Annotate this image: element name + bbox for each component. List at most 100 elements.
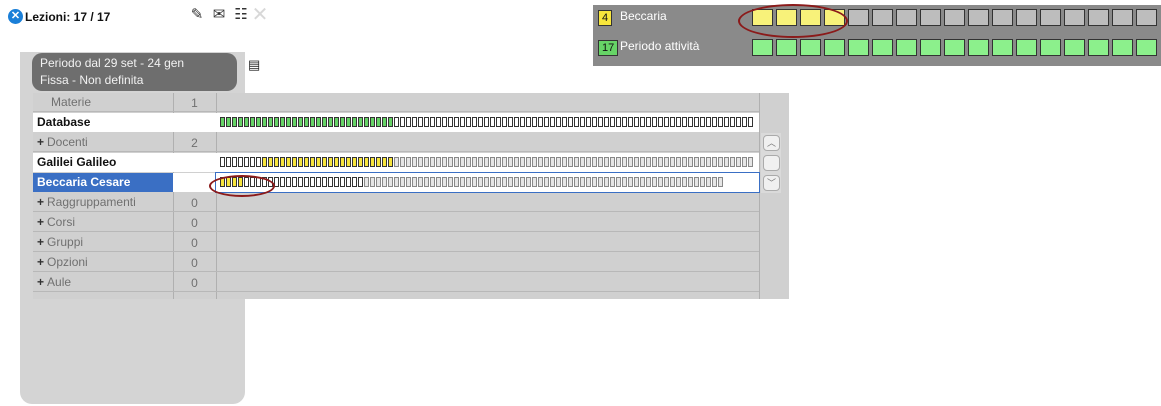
lesson-slot (406, 177, 411, 187)
lesson-slot (220, 157, 225, 167)
lesson-slot (400, 157, 405, 167)
grid-row[interactable]: + Docenti 2 (33, 133, 789, 152)
lesson-slot (574, 177, 579, 187)
close-circle-icon[interactable]: ✕ (8, 9, 23, 24)
expand-plus-icon[interactable]: + (37, 195, 44, 209)
lesson-slot (538, 117, 543, 127)
lesson-slot (682, 157, 687, 167)
grid-row[interactable]: Galilei Galileo (33, 153, 789, 172)
lesson-slot (346, 177, 351, 187)
legend-cell (1088, 9, 1109, 26)
grid-row[interactable]: + Aule 0 (33, 273, 789, 292)
lesson-slot (376, 117, 381, 127)
scroll-thumb[interactable] (763, 155, 780, 171)
lesson-slot (304, 117, 309, 127)
grid-row[interactable]: + Gruppi 0 (33, 233, 789, 252)
legend-cell (1136, 39, 1157, 56)
lesson-slot (652, 177, 657, 187)
lesson-slot (586, 177, 591, 187)
row-label-text: Galilei Galileo (37, 155, 117, 169)
lesson-slot (268, 157, 273, 167)
lesson-slot (736, 157, 741, 167)
grid-row[interactable]: + Opzioni 0 (33, 253, 789, 272)
lesson-slot (274, 117, 279, 127)
row-label-text: Database (37, 115, 91, 129)
grid-row[interactable]: Database (33, 113, 789, 132)
lesson-slot (580, 157, 585, 167)
lesson-slot (376, 177, 381, 187)
expand-plus-icon[interactable]: + (37, 235, 44, 249)
lesson-slot (496, 157, 501, 167)
row-count: 0 (173, 253, 216, 272)
vertical-scrollbar[interactable]: ︿ ﹀ (761, 133, 781, 193)
lesson-slot (532, 157, 537, 167)
row-label[interactable]: Database (33, 113, 173, 132)
edit-book-icon[interactable]: ✎ (188, 6, 206, 24)
lesson-slot (394, 157, 399, 167)
expand-plus-icon[interactable]: + (37, 275, 44, 289)
row-label-text: Docenti (47, 135, 88, 149)
lesson-slot (634, 117, 639, 127)
row-label[interactable]: + Aule (33, 273, 173, 292)
expand-plus-icon[interactable]: + (37, 135, 44, 149)
lesson-slot (616, 177, 621, 187)
grid-row[interactable]: Beccaria Cesare (33, 172, 789, 193)
calendar-t-icon[interactable]: ☷ (232, 6, 250, 24)
lesson-slot (628, 157, 633, 167)
row-label[interactable]: + Raggruppamenti (33, 193, 173, 212)
row-timeline (216, 133, 759, 152)
legend-name: Periodo attività (620, 39, 700, 53)
lesson-slot (604, 117, 609, 127)
lesson-slot (610, 177, 615, 187)
scroll-up-icon[interactable]: ︿ (763, 135, 780, 151)
legend-cell (896, 39, 917, 56)
highlight-ellipse (738, 4, 848, 38)
lesson-slot (466, 177, 471, 187)
calendar-icon[interactable]: ▤ (248, 57, 266, 73)
legend-row-periodo: 17 Periodo attività (593, 35, 1161, 61)
lesson-slot (238, 157, 243, 167)
lesson-slot (652, 157, 657, 167)
grid-row[interactable]: + Corsi 0 (33, 213, 789, 232)
lesson-slot (748, 117, 753, 127)
lesson-slot (598, 157, 603, 167)
lesson-slot (556, 177, 561, 187)
lesson-slot (322, 177, 327, 187)
legend-cell (848, 39, 869, 56)
lesson-slot (640, 117, 645, 127)
legend-cell (1016, 9, 1037, 26)
lesson-slot (694, 117, 699, 127)
row-label[interactable]: + Corsi (33, 213, 173, 232)
grid-row[interactable]: Materie 1 (33, 93, 789, 112)
lesson-slot (700, 177, 705, 187)
lesson-slot (730, 157, 735, 167)
legend-cell (1064, 9, 1085, 26)
lesson-slot (376, 157, 381, 167)
close-x-icon[interactable]: ✕ (251, 5, 269, 25)
lesson-slot (388, 117, 393, 127)
envelope-icon[interactable]: ✉ (210, 6, 228, 24)
lesson-slot (430, 117, 435, 127)
expand-plus-icon[interactable]: + (37, 215, 44, 229)
scroll-down-icon[interactable]: ﹀ (763, 175, 780, 191)
row-label[interactable]: Materie (33, 93, 173, 112)
legend-cell (800, 39, 821, 56)
lesson-slot (250, 117, 255, 127)
highlight-ellipse (209, 175, 275, 197)
legend-cell (968, 9, 989, 26)
lesson-slot (340, 157, 345, 167)
row-label[interactable]: + Gruppi (33, 233, 173, 252)
lesson-slot (544, 157, 549, 167)
lesson-slot (598, 177, 603, 187)
row-label[interactable]: + Docenti (33, 133, 173, 152)
lesson-slot (712, 117, 717, 127)
lesson-slot (658, 177, 663, 187)
lesson-slot (676, 177, 681, 187)
legend-cell (944, 9, 965, 26)
expand-plus-icon[interactable]: + (37, 255, 44, 269)
row-label[interactable]: Galilei Galileo (33, 153, 173, 172)
lesson-slot (610, 157, 615, 167)
row-label[interactable]: + Opzioni (33, 253, 173, 272)
row-label[interactable]: Beccaria Cesare (33, 173, 173, 192)
grid-row[interactable]: + Raggruppamenti 0 (33, 193, 789, 212)
